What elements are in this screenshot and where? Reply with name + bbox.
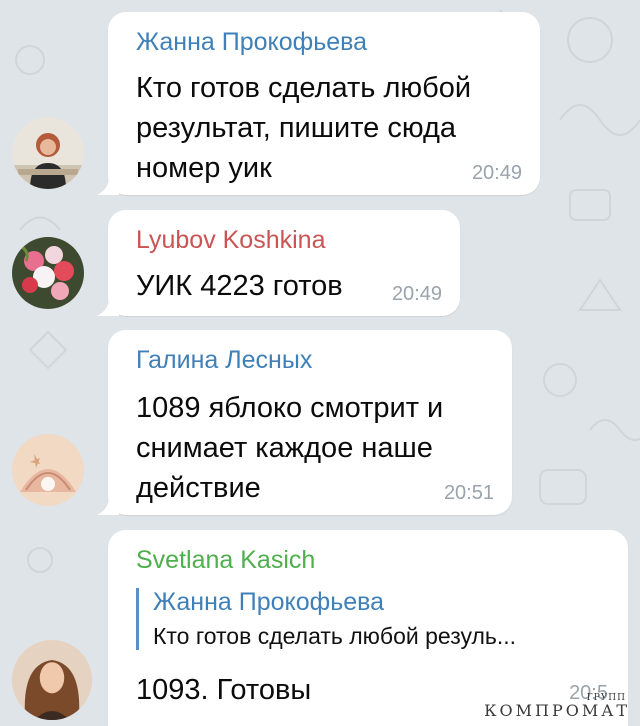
message-bubble[interactable]: Галина Лесных 1089 яблоко смотрит и сним… — [97, 330, 512, 515]
message-bubble[interactable]: Жанна Прокофьева Кто готов сделать любой… — [97, 12, 540, 195]
message-text: Кто готов сделать любой результат, пишит… — [136, 72, 472, 184]
message-bubble[interactable]: Lyubov Koshkina УИК 4223 готов 20:49 — [97, 210, 460, 316]
message-time: 20:51 — [443, 482, 494, 504]
bubble-tail — [97, 177, 119, 195]
message-time: 20:49 — [391, 283, 442, 305]
message-text: УИК 4223 готов — [136, 270, 343, 302]
bubble-tail — [97, 298, 119, 316]
sender-name[interactable]: Lyubov Koshkina — [136, 226, 325, 255]
message-text: 1093. Готовы — [136, 674, 312, 706]
sender-name[interactable]: Svetlana Kasich — [136, 546, 315, 575]
watermark: ГРУПП КОМПРОМАТ — [484, 693, 630, 720]
reply-text: Кто готов сделать любой резуль... — [153, 623, 517, 649]
sender-name[interactable]: Жанна Прокофьева — [136, 28, 367, 57]
sender-name[interactable]: Галина Лесных — [136, 346, 312, 375]
reply-quote[interactable]: Жанна Прокофьева Кто готов сделать любой… — [136, 588, 516, 650]
flowers-avatar[interactable] — [12, 237, 84, 309]
reply-sender-name: Жанна Прокофьева — [153, 588, 385, 616]
woman-at-desk-avatar[interactable] — [12, 117, 84, 189]
message-text: 1089 яблоко смотрит и снимает каждое наш… — [136, 392, 444, 504]
message-time: 20:49 — [471, 162, 522, 184]
seashell-avatar[interactable] — [12, 434, 84, 506]
woman-long-hair-avatar[interactable] — [12, 640, 92, 720]
watermark-main: КОМПРОМАТ — [484, 701, 630, 720]
bubble-tail — [97, 497, 119, 515]
